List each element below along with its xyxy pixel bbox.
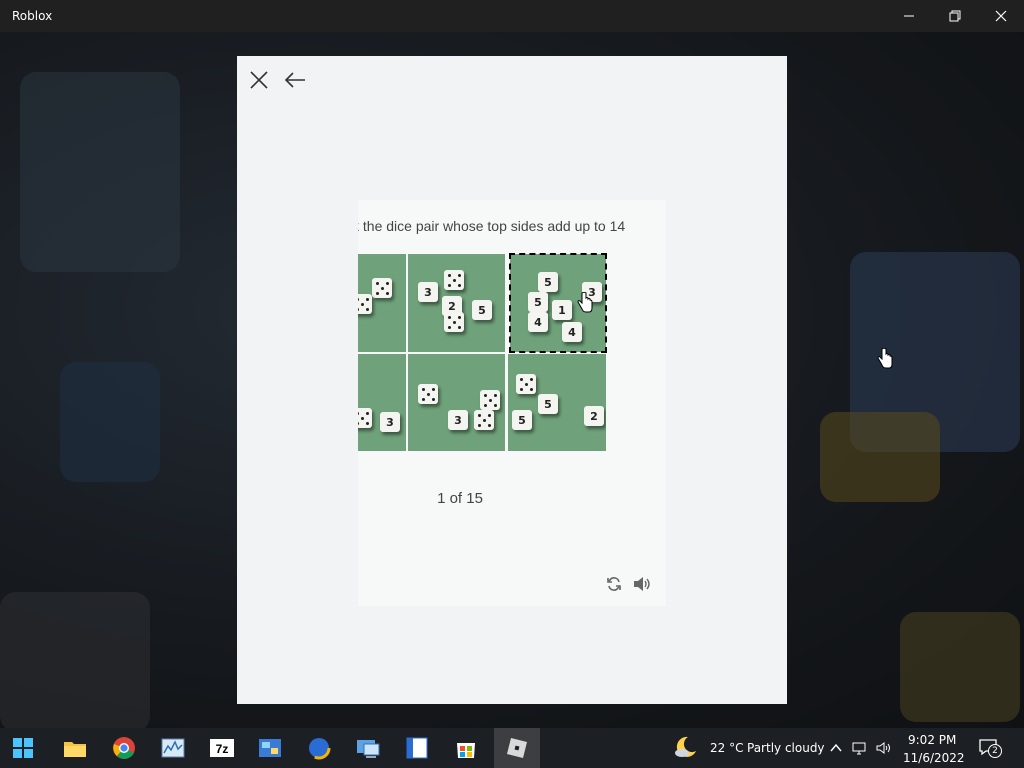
microsoft-store-icon[interactable]: [452, 734, 480, 762]
back-arrow-icon[interactable]: [283, 70, 307, 90]
minimize-button[interactable]: [886, 0, 932, 32]
chevron-up-icon[interactable]: [828, 740, 844, 756]
weather-temperature[interactable]: 22 °C: [710, 741, 743, 755]
captcha-progress: 1 of 15: [437, 490, 483, 507]
network-icon[interactable]: [851, 740, 867, 756]
notification-badge: 2: [988, 744, 1002, 758]
resource-monitor-icon[interactable]: [159, 734, 187, 762]
weather-moon-icon[interactable]: [673, 734, 699, 760]
close-icon[interactable]: [249, 70, 269, 90]
maximize-button[interactable]: [932, 0, 978, 32]
weather-description[interactable]: Partly cloudy: [747, 741, 825, 755]
audio-icon[interactable]: [632, 575, 652, 593]
taskbar: 7z 22 °C Partly cloudy 9:02 PM 11/6/2022…: [0, 728, 1024, 768]
hand-cursor-icon: [577, 292, 593, 313]
roblox-icon: [507, 738, 527, 758]
window-titlebar: Roblox: [0, 0, 1024, 32]
window-title: Roblox: [12, 9, 53, 23]
control-panel-icon[interactable]: [256, 734, 284, 762]
roblox-taskbar-button[interactable]: [494, 728, 540, 768]
close-window-button[interactable]: [978, 0, 1024, 32]
notification-center-button[interactable]: 2: [976, 736, 1004, 760]
clock-time[interactable]: 9:02 PM: [908, 733, 956, 747]
file-explorer-icon[interactable]: [61, 734, 89, 762]
remote-desktop-icon[interactable]: [354, 734, 382, 762]
captcha-image-grid: 3 2 5 5 3 5 1 4 4 3 3 5 5 2: [358, 253, 607, 451]
restore-icon: [949, 10, 961, 22]
refresh-icon[interactable]: [606, 576, 622, 592]
windows-start-icon[interactable]: [9, 734, 37, 762]
close-icon: [995, 10, 1007, 22]
minimize-icon: [904, 15, 914, 17]
captcha-tile-4[interactable]: 3: [358, 354, 406, 451]
7zip-icon[interactable]: 7z: [208, 734, 236, 762]
browser-icon[interactable]: [305, 734, 333, 762]
chrome-icon[interactable]: [110, 734, 138, 762]
captcha-instruction: k the dice pair whose top sides add up t…: [358, 218, 626, 234]
clock-date[interactable]: 11/6/2022: [903, 751, 965, 765]
volume-icon[interactable]: [875, 740, 891, 756]
svg-text:7z: 7z: [216, 742, 229, 756]
notepad-icon[interactable]: [403, 734, 431, 762]
hand-cursor-icon: [877, 348, 893, 369]
captcha-tile-6[interactable]: 5 5 2: [508, 354, 606, 451]
captcha-tile-1[interactable]: [358, 254, 406, 352]
captcha-tile-5[interactable]: 3: [408, 354, 505, 451]
captcha-tile-2[interactable]: 3 2 5: [408, 254, 505, 352]
